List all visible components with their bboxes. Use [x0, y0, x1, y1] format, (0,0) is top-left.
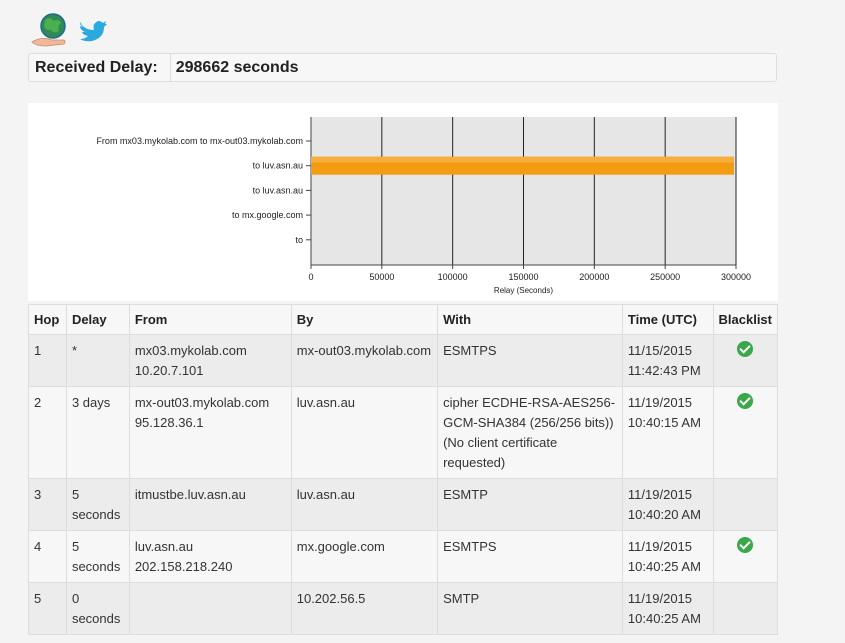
twitter-bird-icon[interactable]	[79, 21, 107, 42]
blacklist-cell	[712, 334, 779, 387]
delay-cell: 3 days	[65, 386, 130, 479]
table-row: 4 5 seconds luv.asn.au 202.158.218.240 mx.goo…	[28, 530, 779, 583]
table-row: 1 * mx03.mykolab.com 10.20.7.101 mx-out03.my…	[28, 334, 779, 387]
time-cell: 11/19/2015 10:40:15 AM	[621, 386, 714, 479]
y-tick-label: to	[295, 235, 303, 245]
received-delay-label: Received Delay:	[29, 54, 171, 81]
check-circle-icon	[737, 537, 754, 553]
from-cell: luv.asn.au 202.158.218.240	[128, 530, 292, 583]
table-header-row: Hop Delay From By With Time (UTC) Blackl…	[28, 304, 779, 335]
col-with: With	[437, 304, 623, 335]
col-hop: Hop	[28, 304, 67, 335]
y-tick-label: to mx.google.com	[232, 210, 303, 220]
hop-cell: 5	[28, 582, 67, 635]
from-cell: mx03.mykolab.com 10.20.7.101	[128, 334, 292, 387]
time-cell: 11/19/2015 10:40:25 AM	[621, 530, 714, 583]
delay-cell: *	[65, 334, 130, 387]
hop-cell: 3	[28, 478, 67, 531]
by-cell: mx.google.com	[290, 530, 439, 583]
with-cell: SMTP	[437, 582, 623, 635]
x-tick-label: 50000	[369, 272, 394, 282]
with-cell: ESMTPS	[437, 334, 623, 387]
with-cell: ESMTPS	[437, 530, 623, 583]
from-cell: itmustbe.luv.asn.au	[128, 478, 292, 531]
blacklist-cell	[712, 386, 779, 479]
globe-hand-icon[interactable]	[31, 13, 66, 47]
col-delay: Delay	[65, 304, 130, 335]
by-cell: mx-out03.mykolab.com	[290, 334, 439, 387]
bar-highlight	[311, 156, 735, 163]
y-tick-label: to luv.asn.au	[253, 185, 303, 195]
blacklist-cell	[712, 478, 779, 531]
col-by: By	[290, 304, 439, 335]
from-cell: mx-out03.mykolab.com 95.128.36.1	[128, 386, 292, 479]
received-delay-summary: Received Delay: 298662 seconds	[28, 53, 777, 82]
check-circle-icon	[737, 341, 754, 357]
delay-cell: 0 seconds	[65, 582, 130, 635]
x-axis-title: Relay (Seconds)	[494, 286, 553, 295]
received-delay-value: 298662 seconds	[175, 58, 299, 76]
x-tick-label: 250000	[650, 272, 680, 282]
with-cell: ESMTP	[437, 478, 623, 531]
relay-chart-svg: 0 50000 100000 150000 200000 250000 300000 From…	[96, 117, 751, 295]
y-tick-label: to luv.asn.au	[253, 161, 303, 171]
hop-cell: 1	[28, 334, 67, 387]
x-tick-label: 300000	[721, 272, 751, 282]
relay-chart: 0 50000 100000 150000 200000 250000 300000 From…	[28, 103, 778, 301]
header-icons	[28, 12, 118, 52]
hop-cell: 4	[28, 530, 67, 583]
col-from: From	[128, 304, 292, 335]
x-tick-label: 0	[308, 272, 313, 282]
col-time: Time (UTC)	[621, 304, 714, 335]
x-tick-label: 200000	[579, 272, 609, 282]
col-blacklist: Blacklist	[712, 304, 779, 335]
from-cell	[128, 582, 292, 635]
blacklist-cell	[712, 582, 779, 635]
time-cell: 11/19/2015 10:40:20 AM	[621, 478, 714, 531]
by-cell: luv.asn.au	[290, 478, 439, 531]
table-row: 3 5 seconds itmustbe.luv.asn.au luv.asn.au ES…	[28, 478, 779, 531]
hops-table: Hop Delay From By With Time (UTC) Blackl…	[28, 304, 779, 635]
x-tick-label: 150000	[508, 272, 538, 282]
check-circle-icon	[737, 393, 754, 409]
time-cell: 11/19/2015 10:40:25 AM	[621, 582, 714, 635]
delay-cell: 5 seconds	[65, 530, 130, 583]
time-cell: 11/15/2015 11:42:43 PM	[621, 334, 714, 387]
by-cell: luv.asn.au	[290, 386, 439, 479]
table-row: 23 days mx-out03.mykolab.com 95.128.36.1 lu…	[28, 386, 779, 479]
by-cell: 10.202.56.5	[290, 582, 439, 635]
blacklist-cell	[712, 530, 779, 583]
hop-cell: 2	[28, 386, 67, 479]
delay-cell: 5 seconds	[65, 478, 130, 531]
with-cell: cipher ECDHE-RSA-AES256- GCM-SHA384 (256/…	[437, 386, 623, 479]
x-tick-label: 100000	[438, 272, 468, 282]
table-row: 5 0 seconds 10.202.56.5 SMTP 11/19/2015 10:40:…	[28, 582, 779, 635]
y-tick-label: From mx03.mykolab.com to mx-out03.mykola…	[96, 136, 303, 146]
